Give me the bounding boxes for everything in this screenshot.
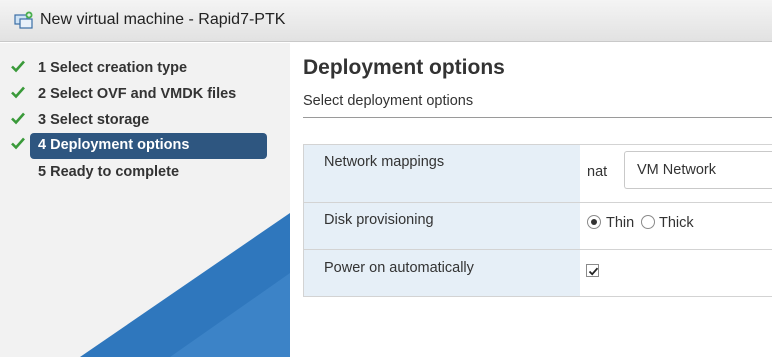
thick-radio-label[interactable]: Thick xyxy=(659,215,694,231)
check-icon xyxy=(11,86,25,99)
step-select-ovf-files[interactable]: 2 Select OVF and VMDK files xyxy=(30,82,267,108)
check-icon xyxy=(11,112,25,125)
virtual-machine-icon xyxy=(14,11,33,29)
thin-radio[interactable] xyxy=(587,215,601,229)
label-cell: Network mappings xyxy=(304,145,580,202)
disk-provisioning-label: Disk provisioning xyxy=(324,212,434,228)
label-cell: Disk provisioning xyxy=(304,203,580,249)
row-network-mappings: Network mappings nat VM Network xyxy=(304,145,772,203)
power-on-label: Power on automatically xyxy=(324,260,474,276)
step-select-creation-type[interactable]: 1 Select creation type xyxy=(30,56,267,82)
thick-radio[interactable] xyxy=(641,215,655,229)
step-deployment-options[interactable]: 4 Deployment options xyxy=(30,133,267,159)
network-mappings-label: Network mappings xyxy=(324,154,445,170)
options-table: Network mappings nat VM Network Disk pro… xyxy=(303,144,772,297)
step-select-storage[interactable]: 3 Select storage xyxy=(30,108,267,134)
thin-radio-label[interactable]: Thin xyxy=(606,215,634,231)
page-subtitle: Select deployment options xyxy=(303,93,474,109)
step-ready-to-complete[interactable]: 5 Ready to complete xyxy=(30,160,267,186)
divider xyxy=(303,117,772,118)
check-icon xyxy=(11,137,25,150)
row-power-on: Power on automatically xyxy=(304,250,772,296)
wizard-sidebar: 1 Select creation type 2 Select OVF and … xyxy=(0,43,290,357)
row-disk-provisioning: Disk provisioning Thin Thick xyxy=(304,203,772,250)
checkmark-icon xyxy=(588,267,599,276)
window-title-bar: New virtual machine - Rapid7-PTK xyxy=(0,0,772,42)
main-panel: Deployment options Select deployment opt… xyxy=(290,43,772,357)
network-source-label: nat xyxy=(587,164,608,180)
check-icon xyxy=(11,60,25,73)
window-title: New virtual machine - Rapid7-PTK xyxy=(40,11,286,28)
label-cell: Power on automatically xyxy=(304,250,580,296)
page-title: Deployment options xyxy=(303,56,505,79)
network-select[interactable]: VM Network xyxy=(624,151,772,189)
power-on-checkbox[interactable] xyxy=(586,264,599,277)
